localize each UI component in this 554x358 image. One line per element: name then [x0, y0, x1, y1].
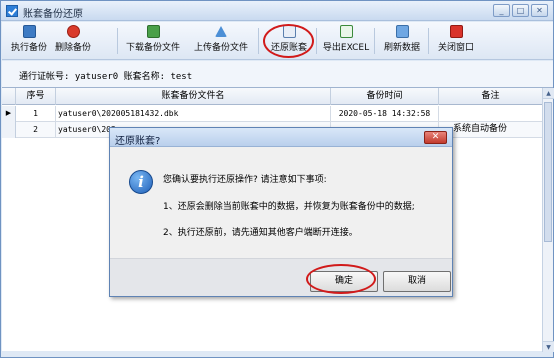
toolbar-separator [428, 28, 429, 54]
vertical-scrollbar[interactable]: ▲ ▼ [542, 88, 554, 352]
row-time: 2020-05-18 14:32:58 [331, 106, 439, 122]
backup-label: 执行备份 [10, 43, 47, 53]
download-backup-label: 下载备份文件 [125, 43, 180, 53]
toolbar-separator [117, 28, 118, 54]
window-title: 账套备份还原 [23, 9, 83, 20]
backup-button[interactable]: 执行备份 [8, 25, 50, 58]
save-disk-icon [22, 25, 36, 38]
account-info-bar: 通行证帐号: yatuser0 账套名称: test [2, 61, 553, 87]
upload-backup-label: 上传备份文件 [193, 43, 248, 53]
toolbar-separator [316, 28, 317, 54]
close-window-icon [449, 25, 463, 38]
delete-icon [66, 25, 80, 38]
download-file-icon [146, 25, 160, 38]
column-header-note[interactable]: 备注 [439, 88, 542, 105]
dialog-footer: 确定 取消 [110, 258, 452, 296]
scrollbar-thumb[interactable] [544, 102, 552, 242]
maximize-button[interactable]: □ [512, 4, 529, 17]
refresh-data-button[interactable]: 刷新数据 [380, 25, 424, 58]
dialog-note-1: 1、还原会删除当前账套中的数据，并恢复为账套备份中的数据; [163, 202, 415, 212]
dialog-title: 还原账套? [115, 136, 161, 147]
app-checkmark-icon [6, 5, 18, 17]
refresh-data-label: 刷新数据 [383, 43, 420, 53]
title-bar[interactable]: 账套备份还原 _ □ ✕ [1, 1, 553, 21]
information-icon: i [129, 170, 153, 194]
row-filename: yatuser0\202005181432.dbk [56, 106, 331, 122]
toolbar-separator [258, 28, 259, 54]
scroll-up-arrow-icon[interactable]: ▲ [543, 88, 554, 99]
refresh-icon [395, 25, 409, 38]
dialog-note-2: 2、执行还原前，请先通知其他客户端断开连接。 [163, 228, 358, 238]
upload-backup-button[interactable]: 上传备份文件 [192, 25, 250, 58]
dialog-question: 您确认要执行还原操作? 请注意如下事项: [163, 175, 327, 185]
close-window-button[interactable]: 关闭窗口 [434, 25, 478, 58]
table-header: 序号 账套备份文件名 备份时间 备注 [2, 88, 542, 105]
toolbar-separator [374, 28, 375, 54]
row-indicator [2, 122, 16, 138]
table-row[interactable]: ▶ 1 yatuser0\202005181432.dbk 2020-05-18… [2, 106, 542, 122]
column-header-index[interactable]: 序号 [16, 88, 56, 105]
export-excel-button[interactable]: 导出EXCEL [322, 25, 370, 58]
backup-restore-window: 账套备份还原 _ □ ✕ 执行备份 删除备份 下载备份文件 上传备份文件 还原账… [0, 0, 554, 358]
export-excel-label: 导出EXCEL [322, 43, 370, 53]
cancel-button[interactable]: 取消 [383, 271, 451, 292]
account-info-text: 通行证帐号: yatuser0 账套名称: test [19, 72, 193, 82]
delete-backup-label: 删除备份 [54, 43, 91, 53]
close-button[interactable]: ✕ [531, 4, 548, 17]
row-note: 系统自动备份 [453, 124, 508, 134]
download-backup-button[interactable]: 下载备份文件 [124, 25, 182, 58]
column-header-filename[interactable]: 账套备份文件名 [56, 88, 331, 105]
delete-backup-button[interactable]: 删除备份 [52, 25, 94, 58]
restore-confirm-dialog: 还原账套? ✕ i 您确认要执行还原操作? 请注意如下事项: 1、还原会删除当前… [109, 127, 453, 297]
dialog-title-bar[interactable]: 还原账套? ✕ [110, 128, 452, 147]
excel-export-icon [339, 25, 353, 38]
header-indicator-cell [2, 88, 16, 105]
row-index: 2 [16, 122, 56, 138]
restore-button-highlight [263, 24, 314, 58]
column-header-time[interactable]: 备份时间 [331, 88, 439, 105]
row-note [439, 106, 542, 122]
minimize-button[interactable]: _ [493, 4, 510, 17]
ok-button-highlight [306, 264, 376, 294]
close-window-label: 关闭窗口 [437, 43, 474, 53]
dialog-close-button[interactable]: ✕ [424, 131, 447, 144]
upload-arrow-icon [215, 26, 227, 37]
row-index: 1 [16, 106, 56, 122]
current-row-indicator: ▶ [2, 106, 16, 122]
scroll-down-arrow-icon[interactable]: ▼ [543, 341, 554, 352]
window-controls: _ □ ✕ [493, 4, 548, 17]
